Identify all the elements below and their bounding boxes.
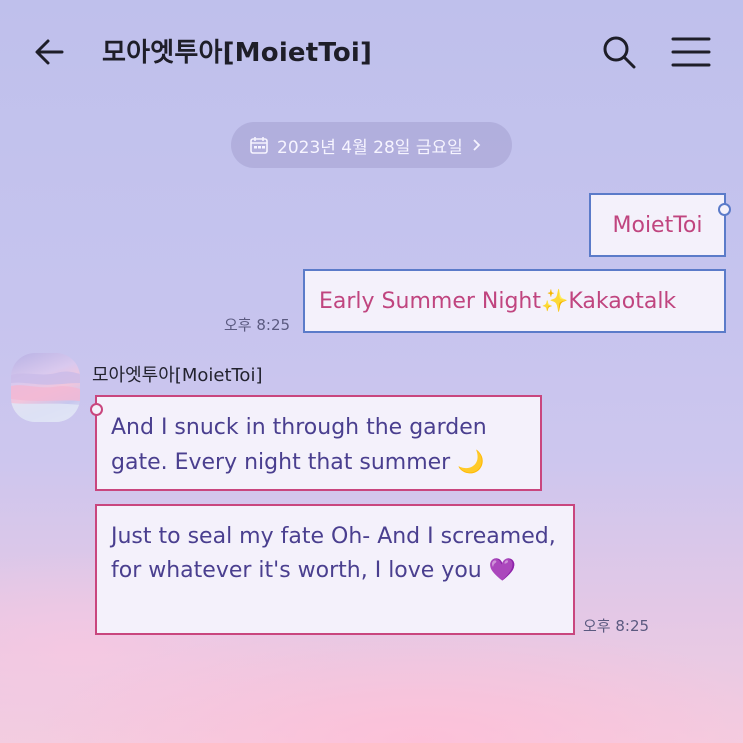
date-text: 2023년 4월 28일 금요일 (277, 137, 463, 158)
menu-button[interactable] (670, 35, 712, 69)
back-button[interactable] (32, 34, 68, 70)
message-timestamp: 오후 8:25 (224, 316, 291, 334)
message-timestamp: 오후 8:25 (583, 617, 650, 635)
chat-room-title: 모아엣투아[MoietToi] (102, 38, 373, 68)
bubble-tail (718, 203, 731, 216)
outgoing-message-bubble[interactable]: Early Summer Night✨Kakaotalk (303, 269, 726, 333)
message-text: Just to seal my fate Oh- And I screamed,… (111, 524, 556, 583)
hamburger-menu-icon (671, 37, 711, 67)
message-text: And I snuck in through the garden gate. … (111, 415, 487, 475)
incoming-message-bubble[interactable]: Just to seal my fate Oh- And I screamed,… (95, 504, 575, 635)
message-text: Early Summer Night✨Kakaotalk (319, 288, 677, 314)
chevron-right-icon (473, 139, 481, 151)
calendar-icon (250, 137, 268, 154)
bubble-tail (90, 403, 103, 416)
search-button[interactable] (600, 33, 638, 71)
search-icon (603, 36, 636, 69)
date-divider[interactable]: 2023년 4월 28일 금요일 (231, 122, 512, 168)
message-text: MoietToi (612, 212, 703, 238)
back-arrow-icon (35, 39, 64, 65)
sender-avatar[interactable] (11, 353, 80, 422)
sender-name: 모아엣투아[MoietToi] (92, 365, 263, 386)
incoming-message-bubble[interactable]: And I snuck in through the garden gate. … (90, 395, 542, 491)
avatar-image (11, 371, 80, 422)
outgoing-message-bubble[interactable]: MoietToi (589, 193, 731, 257)
chat-header: 모아엣투아[MoietToi] (0, 0, 743, 100)
